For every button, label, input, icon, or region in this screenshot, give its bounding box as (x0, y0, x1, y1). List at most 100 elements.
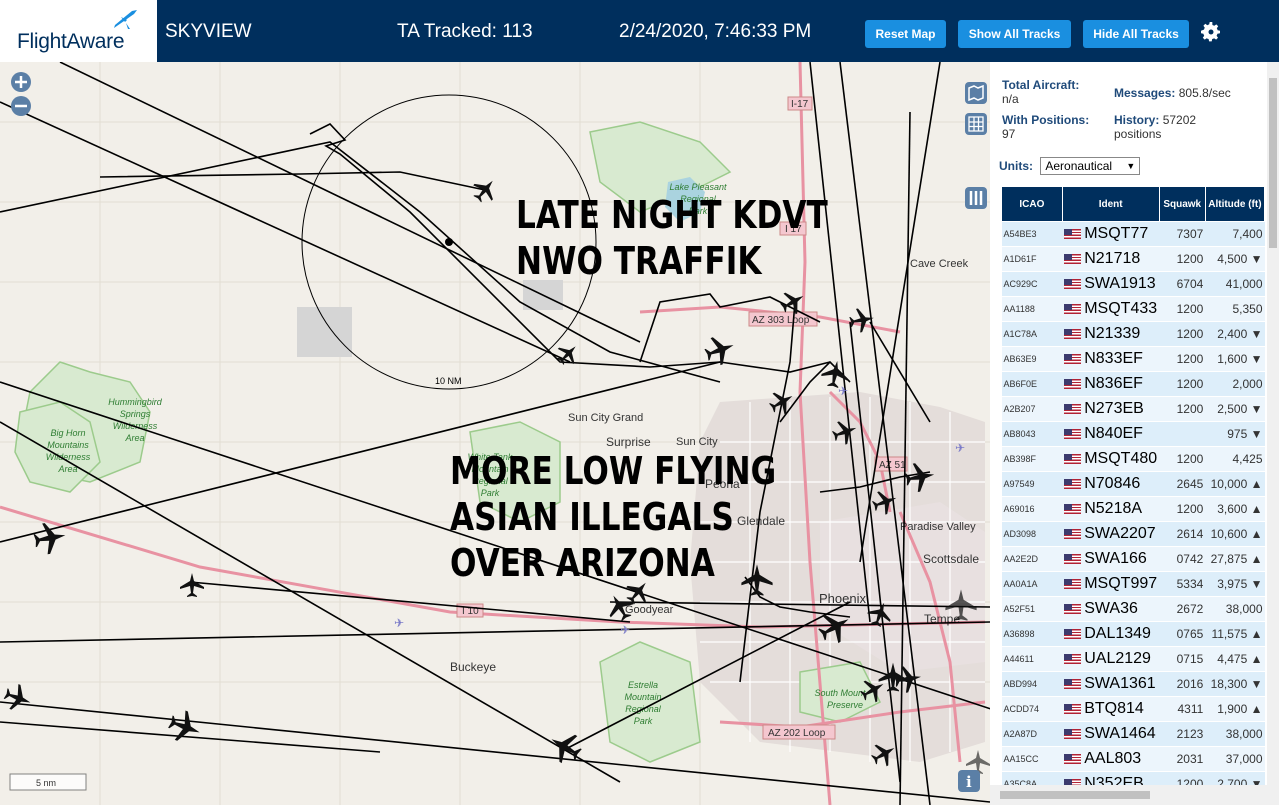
us-flag-icon (1064, 228, 1082, 239)
table-row[interactable]: AA15CC AAL803 2031 37,000 (1001, 746, 1265, 772)
table-row[interactable]: A2B207 N273EB 1200 2,500 ▼ (1001, 396, 1265, 422)
altitude-cell: 1,900 ▲ (1205, 696, 1265, 722)
table-row[interactable]: AB8043 N840EF 975 ▼ (1001, 421, 1265, 447)
ident-cell: N5218A (1062, 496, 1160, 522)
hide-all-tracks-button[interactable]: Hide All Tracks (1083, 20, 1189, 48)
table-row[interactable]: AB6F0E N836EF 1200 2,000 (1001, 371, 1265, 397)
map-icon (968, 84, 984, 102)
map-layer-button[interactable] (965, 82, 987, 104)
reset-map-button[interactable]: Reset Map (865, 20, 946, 48)
horizontal-scroll-thumb[interactable] (1000, 791, 1150, 799)
table-row[interactable]: AA0A1A MSQT997 5334 3,975 ▼ (1001, 571, 1265, 597)
column-toggle-button[interactable] (965, 187, 987, 209)
gear-icon[interactable] (1199, 20, 1223, 44)
column-header-ident[interactable]: Ident (1061, 186, 1160, 222)
altitude-trend-icon: ▼ (1250, 327, 1263, 341)
altitude-cell: 18,300 ▼ (1205, 671, 1265, 697)
map-view[interactable]: I-17 I 17 AZ 303 Loop AZ 51 I 10 AZ 202 … (0, 62, 990, 805)
icao-cell: A2B207 (1001, 396, 1063, 422)
ident-cell: UAL2129 (1062, 646, 1160, 672)
icao-cell: A36898 (1001, 621, 1063, 647)
road-label-az51: AZ 51 (879, 460, 906, 471)
horizontal-scrollbar[interactable] (990, 785, 1279, 805)
altitude-cell: 4,425 (1205, 446, 1265, 472)
place-estrella-2: Mountain (624, 692, 661, 702)
vertical-scroll-thumb[interactable] (1269, 78, 1277, 248)
us-flag-icon (1064, 603, 1082, 614)
ident-cell: BTQ814 (1062, 696, 1160, 722)
altitude-value: 10,000 (1210, 477, 1248, 491)
show-all-tracks-button[interactable]: Show All Tracks (958, 20, 1071, 48)
table-row[interactable]: A2A87D SWA1464 2123 38,000 (1001, 721, 1265, 747)
squawk-cell: 2645 (1159, 471, 1206, 497)
ident-text: MSQT480 (1084, 450, 1158, 467)
ident-text: N840EF (1084, 425, 1143, 442)
info-icon: i (966, 773, 972, 791)
table-row[interactable]: A52F51 SWA36 2672 38,000 (1001, 596, 1265, 622)
altitude-trend-icon: ▼ (1250, 352, 1263, 366)
aircraft-panel: Total Aircraft: n/a Messages: 805.8/sec … (990, 62, 1279, 805)
squawk-cell: 1200 (1159, 396, 1206, 422)
column-header-icao[interactable]: ICAO (1001, 186, 1063, 222)
us-flag-icon (1064, 278, 1082, 289)
units-select[interactable]: Aeronautical ▼ (1040, 157, 1141, 175)
overlay-text-2-line-1: MORE LOW FLYING (450, 449, 777, 493)
with-positions-value: 97 (1002, 127, 1016, 141)
place-hummingbird-1: Hummingbird (108, 397, 163, 407)
table-row[interactable]: A97549 N70846 2645 10,000 ▲ (1001, 471, 1265, 497)
place-scottsdale: Scottsdale (923, 552, 979, 566)
ident-text: MSQT997 (1084, 575, 1158, 592)
squawk-cell: 0765 (1159, 621, 1206, 647)
table-row[interactable]: AC929C SWA1913 6704 41,000 (1001, 271, 1265, 297)
icao-cell: A1C78A (1001, 321, 1063, 347)
vertical-scrollbar[interactable] (1267, 62, 1279, 785)
altitude-value: 1,600 (1217, 352, 1248, 366)
altitude-value: 2,400 (1217, 327, 1248, 341)
info-button[interactable]: i (958, 770, 980, 792)
grid-toggle-button[interactable] (965, 113, 987, 135)
range-ring-label: 10 NM (435, 376, 462, 386)
place-sun-city: Sun City (676, 436, 718, 448)
app-title: SKYVIEW (165, 21, 252, 42)
table-row[interactable]: AB63E9 N833EF 1200 1,600 ▼ (1001, 346, 1265, 372)
map-canvas[interactable]: I-17 I 17 AZ 303 Loop AZ 51 I 10 AZ 202 … (0, 62, 990, 805)
altitude-cell: 38,000 (1205, 596, 1265, 622)
column-header-altitude[interactable]: Altitude (ft) (1204, 186, 1266, 222)
svg-text:✈: ✈ (394, 616, 404, 630)
altitude-cell: 2,000 (1205, 371, 1265, 397)
table-row[interactable]: A44611 UAL2129 0715 4,475 ▲ (1001, 646, 1265, 672)
icao-cell: AB63E9 (1001, 346, 1063, 372)
ident-text: SWA1464 (1084, 725, 1156, 742)
table-row[interactable]: A36898 DAL1349 0765 11,575 ▲ (1001, 621, 1265, 647)
altitude-cell: 7,400 (1205, 221, 1265, 247)
altitude-value: 38,000 (1225, 727, 1263, 741)
altitude-cell: 10,600 ▲ (1205, 521, 1265, 547)
squawk-cell: 2672 (1159, 596, 1206, 622)
zoom-out-icon[interactable] (10, 95, 32, 117)
table-row[interactable]: AA2E2D SWA166 0742 27,875 ▲ (1001, 546, 1265, 572)
ident-cell: N833EF (1062, 346, 1160, 372)
table-row[interactable]: A54BE3 MSQT77 7307 7,400 (1001, 221, 1265, 247)
altitude-value: 7,400 (1232, 227, 1263, 241)
svg-text:i: i (966, 773, 972, 791)
table-row[interactable]: ABD994 SWA1361 2016 18,300 ▼ (1001, 671, 1265, 697)
flightaware-logo[interactable]: FlightAware (0, 0, 157, 62)
column-header-squawk[interactable]: Squawk (1158, 186, 1206, 222)
table-row[interactable]: AA1188 MSQT433 1200 5,350 (1001, 296, 1265, 322)
table-row[interactable]: AD3098 SWA2207 2614 10,600 ▲ (1001, 521, 1265, 547)
ident-text: SWA166 (1084, 550, 1147, 567)
altitude-cell: 5,350 (1205, 296, 1265, 322)
table-row[interactable]: A1C78A N21339 1200 2,400 ▼ (1001, 321, 1265, 347)
zoom-in-icon[interactable] (10, 71, 32, 93)
table-row[interactable]: AB398F MSQT480 1200 4,425 (1001, 446, 1265, 472)
altitude-cell: 3,975 ▼ (1205, 571, 1265, 597)
ident-text: N833EF (1084, 350, 1143, 367)
icao-cell: AB6F0E (1001, 371, 1063, 397)
place-cave-creek: Cave Creek (910, 258, 969, 270)
overlay-text-1-line-2: NWO TRAFFIK (516, 239, 762, 283)
squawk-cell: 1200 (1159, 246, 1206, 272)
table-row[interactable]: A1D61F N21718 1200 4,500 ▼ (1001, 246, 1265, 272)
table-row[interactable]: ACDD74 BTQ814 4311 1,900 ▲ (1001, 696, 1265, 722)
us-flag-icon (1064, 353, 1082, 364)
table-row[interactable]: A69016 N5218A 1200 3,600 ▲ (1001, 496, 1265, 522)
